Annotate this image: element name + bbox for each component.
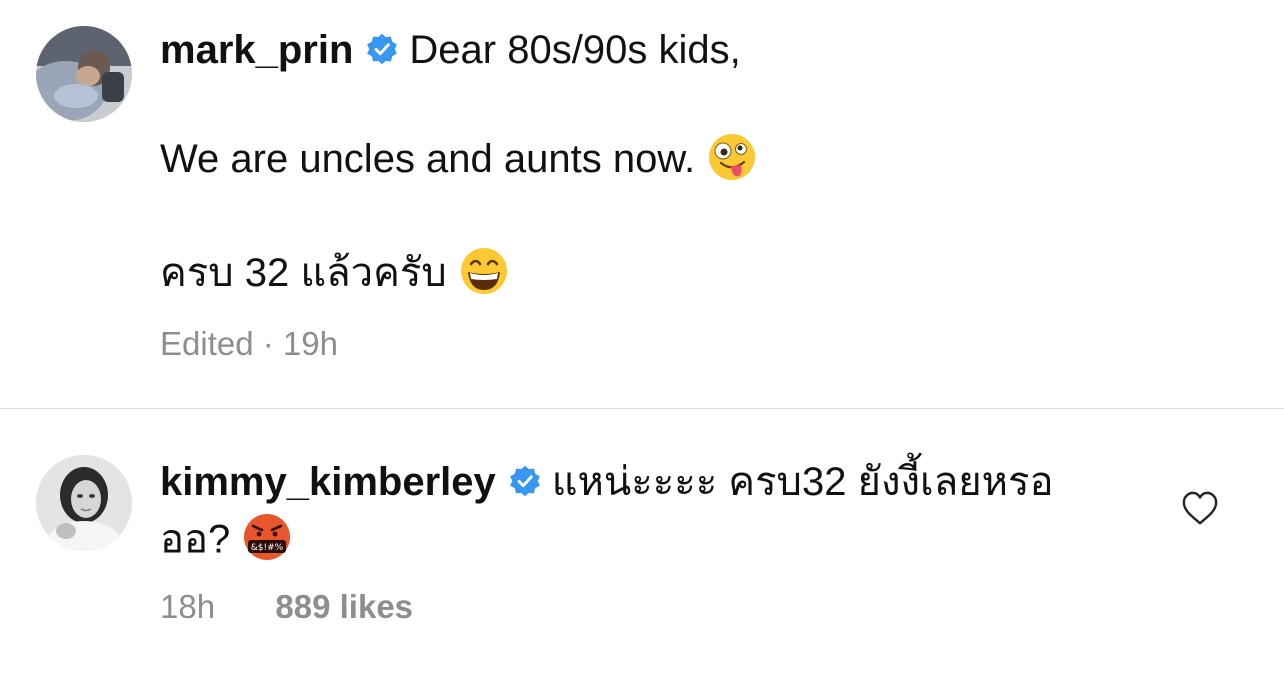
comment-time[interactable]: 18h <box>160 588 215 625</box>
comment-line-1: kimmy_kimberley แหน่ะะะะ ครบ32 ยังงี้เลยห… <box>160 455 1054 509</box>
cursing-face-emoji-icon: &$!#% <box>244 514 291 560</box>
post-time[interactable]: 19h <box>283 325 338 362</box>
comment-line-2: ออ? &$!#% <box>160 512 292 572</box>
commenter-username[interactable]: kimmy_kimberley <box>160 460 496 504</box>
heart-icon[interactable] <box>1181 490 1219 528</box>
grinning-face-emoji-icon <box>460 248 507 295</box>
divider <box>0 408 1284 409</box>
verified-badge-icon <box>367 34 398 65</box>
post-caption: mark_prin Dear 80s/90s kids, We are uncle… <box>0 0 1284 408</box>
comment-text: แหน่ะะะะ ครบ32 ยังงี้เลยหรอ <box>551 460 1054 504</box>
caption-text: ครบ 32 แล้วครับ <box>160 251 447 295</box>
caption-line-2: We are uncles and aunts now. <box>160 132 757 190</box>
svg-text:&$!#%: &$!#% <box>251 543 284 553</box>
comment-meta: 18h 889 likes <box>160 588 413 626</box>
meta-separator: · <box>262 325 274 362</box>
username[interactable]: mark_prin <box>160 28 353 72</box>
caption-text: We are uncles and aunts now. <box>160 137 696 181</box>
caption-meta: Edited · 19h <box>160 325 338 363</box>
zany-face-emoji-icon <box>709 134 756 181</box>
verified-badge-icon <box>509 466 540 497</box>
likes-count[interactable]: 889 likes <box>275 588 413 625</box>
edited-label: Edited <box>160 325 254 362</box>
commenter-avatar[interactable] <box>36 455 132 551</box>
avatar[interactable] <box>36 26 132 122</box>
caption-text: Dear 80s/90s kids, <box>409 28 741 72</box>
caption-line-3: ครบ 32 แล้วครับ <box>160 246 509 304</box>
comment-text: ออ? <box>160 517 231 562</box>
caption-line-1: mark_prin Dear 80s/90s kids, <box>160 23 741 77</box>
